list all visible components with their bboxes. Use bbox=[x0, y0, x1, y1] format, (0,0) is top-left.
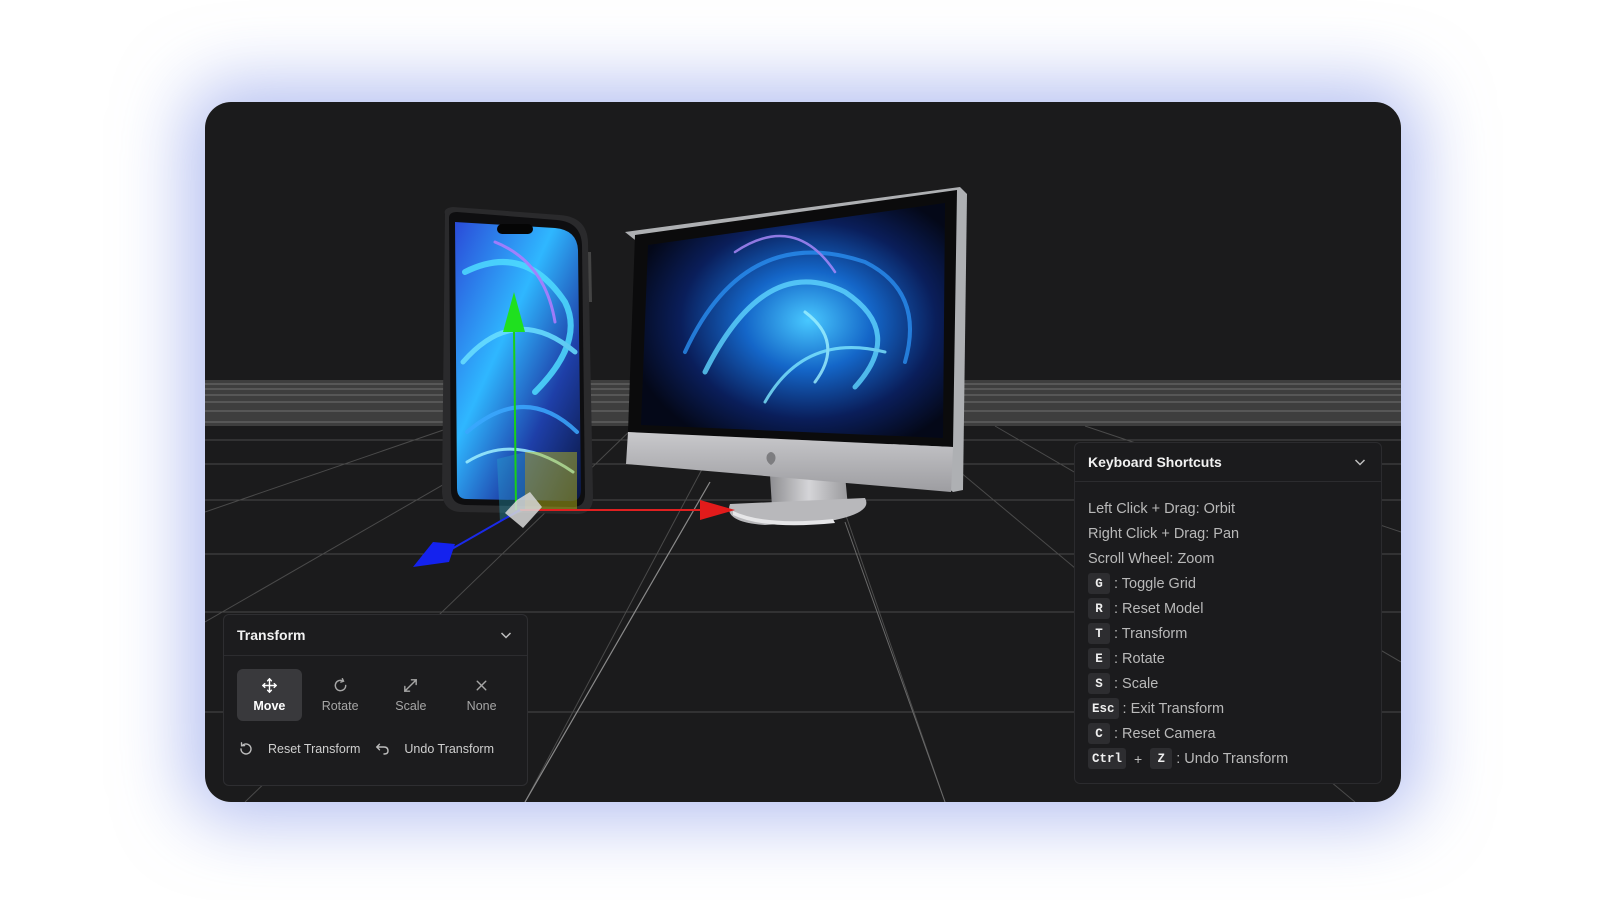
shortcut-reset-model: R : Reset Model bbox=[1088, 596, 1368, 621]
rotate-button-label: Rotate bbox=[321, 699, 359, 713]
shortcut-rotate: E : Rotate bbox=[1088, 646, 1368, 671]
move-button[interactable]: Move bbox=[237, 669, 302, 721]
shortcut-text: : Scale bbox=[1114, 675, 1159, 692]
dynamic-island bbox=[497, 224, 533, 234]
key-z: Z bbox=[1150, 748, 1173, 769]
shortcut-text: : Toggle Grid bbox=[1114, 575, 1196, 592]
transform-mode-group: Move Rotate Scale None bbox=[224, 656, 527, 721]
grid-line bbox=[844, 521, 946, 802]
plus-sign: + bbox=[1134, 750, 1143, 767]
reset-transform-label: Reset Transform bbox=[268, 742, 361, 756]
key-esc: Esc bbox=[1088, 698, 1119, 719]
shortcut-reset-camera: C : Reset Camera bbox=[1088, 721, 1368, 746]
key-e: E bbox=[1088, 648, 1110, 669]
shortcut-scale: S : Scale bbox=[1088, 671, 1368, 696]
desktop-monitor-model[interactable] bbox=[625, 187, 967, 526]
undo-transform-label: Undo Transform bbox=[404, 742, 495, 756]
transform-actions: Reset Transform Undo Transform bbox=[224, 721, 527, 757]
undo-icon bbox=[376, 743, 390, 755]
key-ctrl: Ctrl bbox=[1088, 748, 1127, 769]
scale-icon bbox=[404, 679, 418, 692]
shortcut-text: : Undo Transform bbox=[1176, 750, 1289, 767]
rotate-icon bbox=[334, 677, 347, 692]
rotate-button[interactable]: Rotate bbox=[308, 669, 373, 721]
shortcuts-panel-header[interactable]: Keyboard Shortcuts bbox=[1075, 443, 1381, 482]
keyboard-shortcuts-panel: Keyboard Shortcuts Left Click + Drag: Or… bbox=[1074, 442, 1382, 784]
shortcut-pan: Right Click + Drag: Pan bbox=[1088, 525, 1240, 542]
close-icon bbox=[476, 680, 487, 691]
transform-panel-header[interactable]: Transform bbox=[224, 615, 527, 656]
shortcut-list: Left Click + Drag: Orbit Right Click + D… bbox=[1075, 482, 1381, 771]
chevron-down-icon[interactable] bbox=[499, 628, 513, 642]
transform-panel-title: Transform bbox=[237, 627, 306, 643]
scale-button[interactable]: Scale bbox=[379, 669, 444, 721]
gizmo-x-arrow[interactable] bbox=[700, 500, 735, 520]
shortcut-zoom: Scroll Wheel: Zoom bbox=[1088, 550, 1215, 567]
key-g: G bbox=[1088, 573, 1110, 594]
key-c: C bbox=[1088, 723, 1110, 744]
shortcut-undo-transform: Ctrl + Z : Undo Transform bbox=[1088, 746, 1368, 771]
shortcut-exit-transform: Esc : Exit Transform bbox=[1088, 696, 1368, 721]
shortcut-text: : Exit Transform bbox=[1122, 700, 1225, 717]
undo-transform-button[interactable]: Undo Transform bbox=[374, 741, 494, 757]
shortcuts-panel-title: Keyboard Shortcuts bbox=[1088, 454, 1222, 470]
shortcut-text: : Reset Model bbox=[1114, 600, 1204, 617]
shortcut-text: : Transform bbox=[1114, 625, 1188, 642]
reset-icon bbox=[240, 742, 252, 755]
chevron-down-icon[interactable] bbox=[1353, 455, 1367, 469]
move-button-label: Move bbox=[253, 699, 286, 713]
shortcut-text: : Rotate bbox=[1114, 650, 1165, 667]
scale-button-label: Scale bbox=[395, 699, 427, 713]
transform-panel: Transform Move Rotate Scale None Reset T… bbox=[223, 614, 528, 786]
key-r: R bbox=[1088, 598, 1110, 619]
3d-viewport[interactable]: Transform Move Rotate Scale None Reset T… bbox=[205, 102, 1401, 802]
grid-axis-line bbox=[524, 481, 711, 802]
move-icon bbox=[261, 677, 277, 694]
shortcut-orbit: Left Click + Drag: Orbit bbox=[1088, 500, 1236, 517]
key-s: S bbox=[1088, 673, 1110, 694]
shortcut-toggle-grid: G : Toggle Grid bbox=[1088, 571, 1368, 596]
shortcut-text: : Reset Camera bbox=[1114, 725, 1216, 742]
none-button[interactable]: None bbox=[449, 669, 514, 721]
reset-transform-button[interactable]: Reset Transform bbox=[238, 741, 360, 757]
none-button-label: None bbox=[466, 699, 497, 713]
shortcut-transform: T : Transform bbox=[1088, 621, 1368, 646]
key-t: T bbox=[1088, 623, 1110, 644]
